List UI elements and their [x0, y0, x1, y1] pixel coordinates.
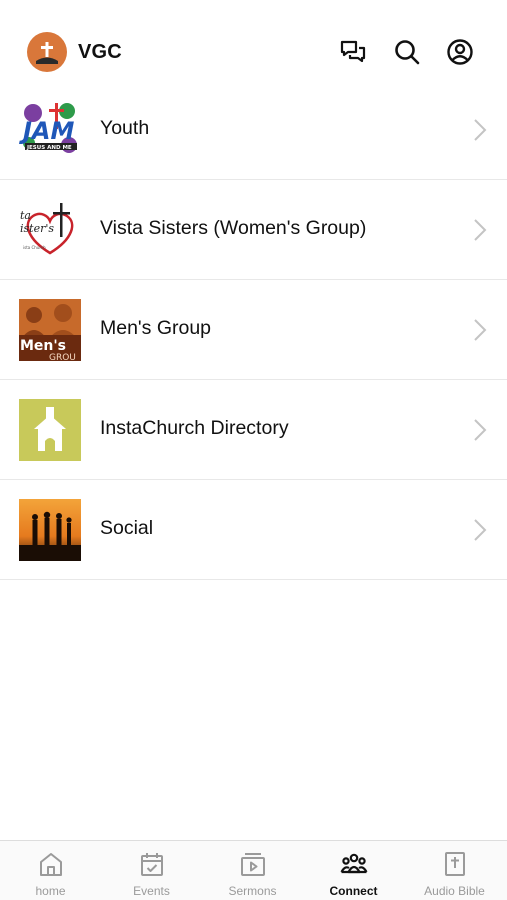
list-item-social[interactable]: Social: [0, 480, 507, 580]
list-item-label: Men's Group: [100, 317, 212, 339]
connect-list: JAM JESUS AND ME Youth ta ister's ista C…: [0, 80, 507, 580]
app-title: VGC: [78, 41, 122, 63]
church-logo[interactable]: [27, 32, 67, 72]
tab-label: Audio Bible: [424, 884, 485, 898]
list-item-label: Youth: [100, 117, 150, 139]
tab-label: home: [35, 884, 66, 898]
list-item-label: InstaChurch Directory: [100, 417, 289, 439]
heart-cross-logo: ta ister's ista Church: [19, 199, 81, 261]
mens-group-photo: Men's GROU: [19, 299, 81, 361]
chevron-right-icon: [473, 218, 487, 242]
people-icon: [340, 850, 368, 878]
jam-logo: JAM JESUS AND ME: [19, 99, 81, 161]
tab-connect[interactable]: Connect: [303, 841, 404, 900]
chevron-right-icon: [473, 518, 487, 542]
list-item-youth[interactable]: JAM JESUS AND ME Youth: [0, 80, 507, 180]
tab-events[interactable]: Events: [101, 841, 202, 900]
list-item-instachurch-directory[interactable]: InstaChurch Directory: [0, 380, 507, 480]
svg-text:GROU: GROU: [49, 353, 76, 361]
tab-label: Events: [133, 884, 170, 898]
church-icon: [19, 399, 81, 461]
svg-text:ister's: ister's: [20, 222, 54, 235]
chevron-right-icon: [473, 318, 487, 342]
chevron-right-icon: [473, 118, 487, 142]
tab-home[interactable]: home: [0, 841, 101, 900]
sunset-silhouette-photo: [19, 499, 81, 561]
svg-text:JESUS AND ME: JESUS AND ME: [26, 145, 72, 151]
list-item-mens-group[interactable]: Men's GROU Men's Group: [0, 280, 507, 380]
bible-icon: [441, 850, 469, 878]
account-icon[interactable]: [446, 38, 474, 66]
search-icon[interactable]: [393, 38, 421, 66]
list-item-label: Social: [100, 517, 154, 539]
chat-icon[interactable]: [339, 38, 367, 66]
list-item-label: Vista Sisters (Women's Group): [100, 217, 367, 239]
tab-sermons[interactable]: Sermons: [202, 841, 303, 900]
chevron-right-icon: [473, 418, 487, 442]
svg-text:ta: ta: [20, 209, 31, 222]
calendar-icon: [138, 850, 166, 878]
video-icon: [239, 850, 267, 878]
home-icon: [37, 850, 65, 878]
tab-audio-bible[interactable]: Audio Bible: [404, 841, 505, 900]
list-item-vista-sisters[interactable]: ta ister's ista Church Vista Sisters (Wo…: [0, 180, 507, 280]
svg-text:JAM: JAM: [19, 117, 75, 145]
bottom-tab-bar: home Events Sermons Connect Audio Bible: [0, 840, 507, 900]
svg-text:Men's: Men's: [20, 338, 66, 354]
tab-label: Connect: [329, 884, 378, 898]
svg-text:ista Church: ista Church: [23, 245, 46, 250]
cross-icon: [36, 42, 58, 64]
tab-label: Sermons: [228, 884, 277, 898]
